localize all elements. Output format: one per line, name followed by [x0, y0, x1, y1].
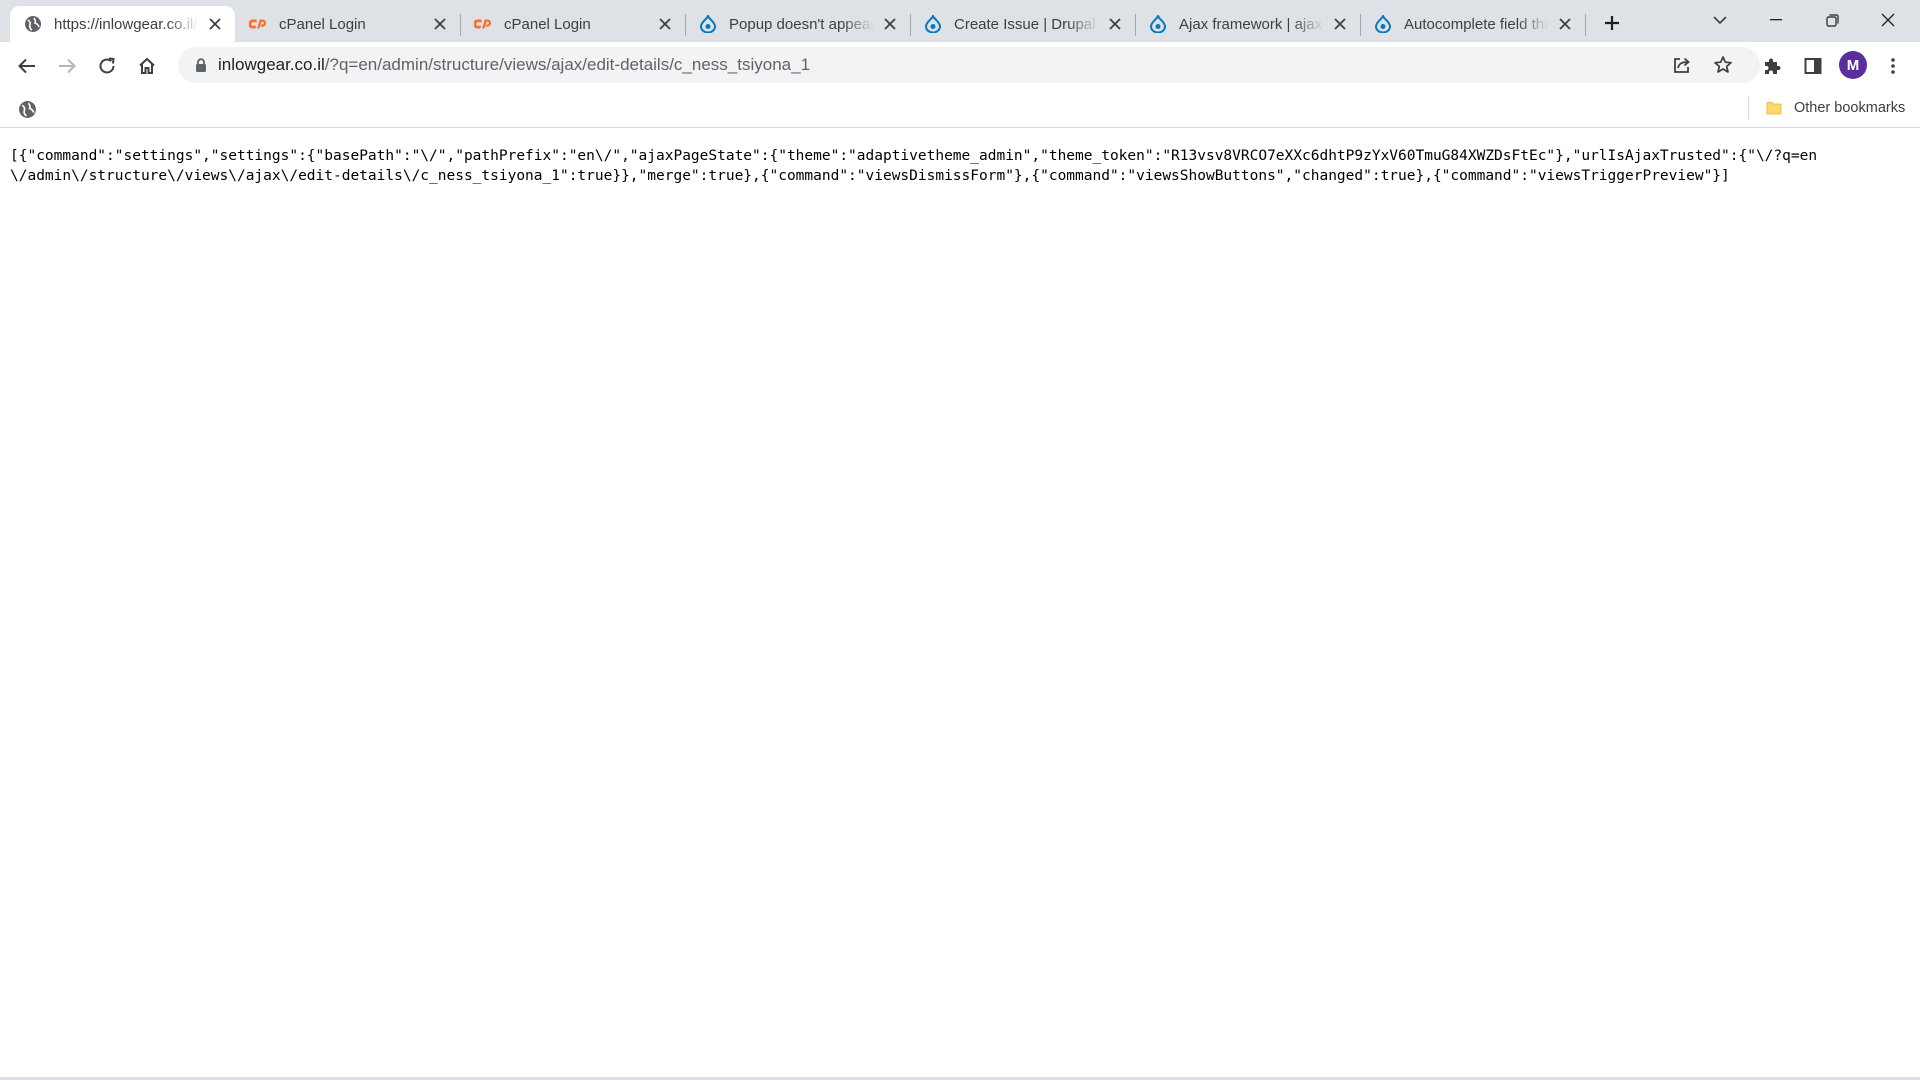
- browser-toolbar: inlowgear.co.il/?q=en/admin/structure/vi…: [0, 42, 1920, 88]
- cpanel-icon: [249, 15, 267, 33]
- close-icon: [1881, 13, 1895, 27]
- tab-title: Autocomplete field that: [1404, 15, 1549, 33]
- plus-icon: [1605, 16, 1619, 30]
- close-icon[interactable]: [1105, 14, 1125, 34]
- cpanel-icon: [474, 15, 492, 33]
- home-button[interactable]: [130, 49, 164, 83]
- url-path: /?q=en/admin/structure/views/ajax/edit-d…: [324, 55, 811, 74]
- tab-inlowgear[interactable]: https://inlowgear.co.il/?q=en/admin/stru…: [10, 6, 235, 42]
- kebab-menu-icon: [1891, 58, 1895, 74]
- share-button[interactable]: [1668, 51, 1696, 79]
- page-content: [{"command":"settings","settings":{"base…: [0, 129, 1920, 1077]
- close-icon[interactable]: [1555, 14, 1575, 34]
- arrow-right-icon: [59, 58, 76, 74]
- chevron-down-icon: [1713, 15, 1727, 24]
- close-icon[interactable]: [205, 14, 225, 34]
- reload-button[interactable]: [90, 49, 124, 83]
- folder-icon: [1766, 102, 1782, 115]
- bookmark-separator: [1748, 96, 1749, 120]
- tab-popup-doesnt-appear[interactable]: Popup doesn't appear: [685, 6, 910, 42]
- tab-cpanel-login-2[interactable]: cPanel Login: [460, 6, 685, 42]
- arrow-left-icon: [18, 58, 35, 74]
- tab-ajax-framework[interactable]: Ajax framework | ajax.api: [1135, 6, 1360, 42]
- profile-avatar[interactable]: M: [1839, 51, 1867, 79]
- reload-icon: [99, 57, 115, 74]
- tab-search-button[interactable]: [1692, 0, 1748, 40]
- close-icon[interactable]: [655, 14, 675, 34]
- bookmark-star-button[interactable]: [1709, 51, 1737, 79]
- drupal-icon: [924, 15, 942, 33]
- close-icon[interactable]: [1330, 14, 1350, 34]
- puzzle-icon: [1765, 58, 1781, 74]
- drupal-icon: [1149, 15, 1167, 33]
- tab-autocomplete-field[interactable]: Autocomplete field that: [1360, 6, 1585, 42]
- extensions-button[interactable]: [1755, 49, 1789, 83]
- minimize-icon: [1770, 19, 1782, 21]
- home-icon: [139, 57, 155, 74]
- tab-title: cPanel Login: [279, 15, 366, 33]
- tab-create-issue[interactable]: Create Issue | Drupal.org: [910, 6, 1135, 42]
- globe-icon[interactable]: [17, 99, 37, 119]
- drupal-icon: [1374, 15, 1392, 33]
- drupal-icon: [699, 15, 717, 33]
- back-button[interactable]: [10, 49, 44, 83]
- star-icon: [1714, 56, 1732, 73]
- close-icon[interactable]: [880, 14, 900, 34]
- other-bookmarks-button[interactable]: Other bookmarks: [1760, 94, 1911, 122]
- tab-cpanel-login-1[interactable]: cPanel Login: [235, 6, 460, 42]
- lock-icon[interactable]: [192, 56, 210, 74]
- side-panel-button[interactable]: [1796, 49, 1830, 83]
- tab-separator: [1585, 14, 1586, 36]
- bookmarks-bar: Other bookmarks: [0, 88, 1920, 128]
- restore-icon: [1825, 13, 1839, 27]
- url-host: inlowgear.co.il: [218, 55, 325, 74]
- new-tab-button[interactable]: [1598, 9, 1626, 37]
- other-bookmarks-label: Other bookmarks: [1794, 100, 1906, 116]
- restore-button[interactable]: [1804, 0, 1860, 40]
- tab-title: https://inlowgear.co.il/?q=en/admin/stru…: [54, 15, 199, 33]
- side-panel-icon: [1804, 58, 1822, 74]
- minimize-button[interactable]: [1748, 0, 1804, 40]
- close-icon[interactable]: [430, 14, 450, 34]
- json-response-text: [{"command":"settings","settings":{"base…: [10, 148, 1818, 184]
- menu-button[interactable]: [1876, 49, 1910, 83]
- tab-title: cPanel Login: [504, 15, 591, 33]
- tab-strip: https://inlowgear.co.il/?q=en/admin/stru…: [0, 0, 1920, 42]
- tab-title: Create Issue | Drupal.org: [954, 15, 1099, 33]
- close-window-button[interactable]: [1860, 0, 1916, 40]
- share-icon: [1674, 57, 1690, 73]
- tab-title: Popup doesn't appear: [729, 15, 874, 33]
- forward-button[interactable]: [50, 49, 84, 83]
- url-text[interactable]: inlowgear.co.il/?q=en/admin/structure/vi…: [218, 47, 810, 83]
- tab-title: Ajax framework | ajax.api: [1179, 15, 1324, 33]
- address-bar[interactable]: inlowgear.co.il/?q=en/admin/structure/vi…: [178, 47, 1760, 83]
- globe-icon: [24, 15, 42, 33]
